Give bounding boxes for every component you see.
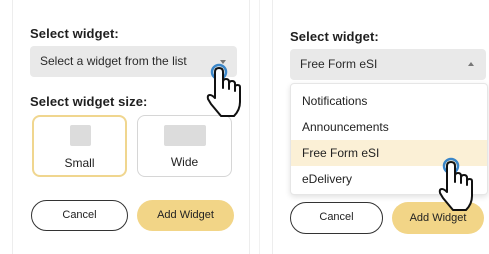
size-option-label: Small xyxy=(64,156,95,170)
select-widget-heading: Select widget: xyxy=(30,26,119,41)
size-option-wide[interactable]: Wide xyxy=(137,115,232,177)
menu-item-notifications[interactable]: Notifications xyxy=(291,88,487,114)
add-widget-button[interactable]: Add Widget xyxy=(137,200,234,231)
size-option-label: Wide xyxy=(170,155,199,169)
select-widget-heading: Select widget: xyxy=(290,29,379,44)
hand-pointer-icon xyxy=(206,63,241,117)
widget-select-value: Free Form eSI xyxy=(300,57,378,71)
select-size-heading: Select widget size: xyxy=(30,94,148,109)
hand-pointer-icon xyxy=(438,157,473,211)
panel-divider xyxy=(259,0,260,254)
cancel-button[interactable]: Cancel xyxy=(31,200,128,231)
widget-select-placeholder: Select a widget from the list xyxy=(40,54,187,68)
menu-item-announcements[interactable]: Announcements xyxy=(291,114,487,140)
cancel-button[interactable]: Cancel xyxy=(290,202,383,234)
chevron-up-icon xyxy=(468,62,474,66)
wide-size-preview xyxy=(164,125,206,146)
size-option-small[interactable]: Small xyxy=(32,115,127,177)
widget-select[interactable]: Free Form eSI xyxy=(290,49,486,80)
small-size-preview xyxy=(70,125,91,146)
